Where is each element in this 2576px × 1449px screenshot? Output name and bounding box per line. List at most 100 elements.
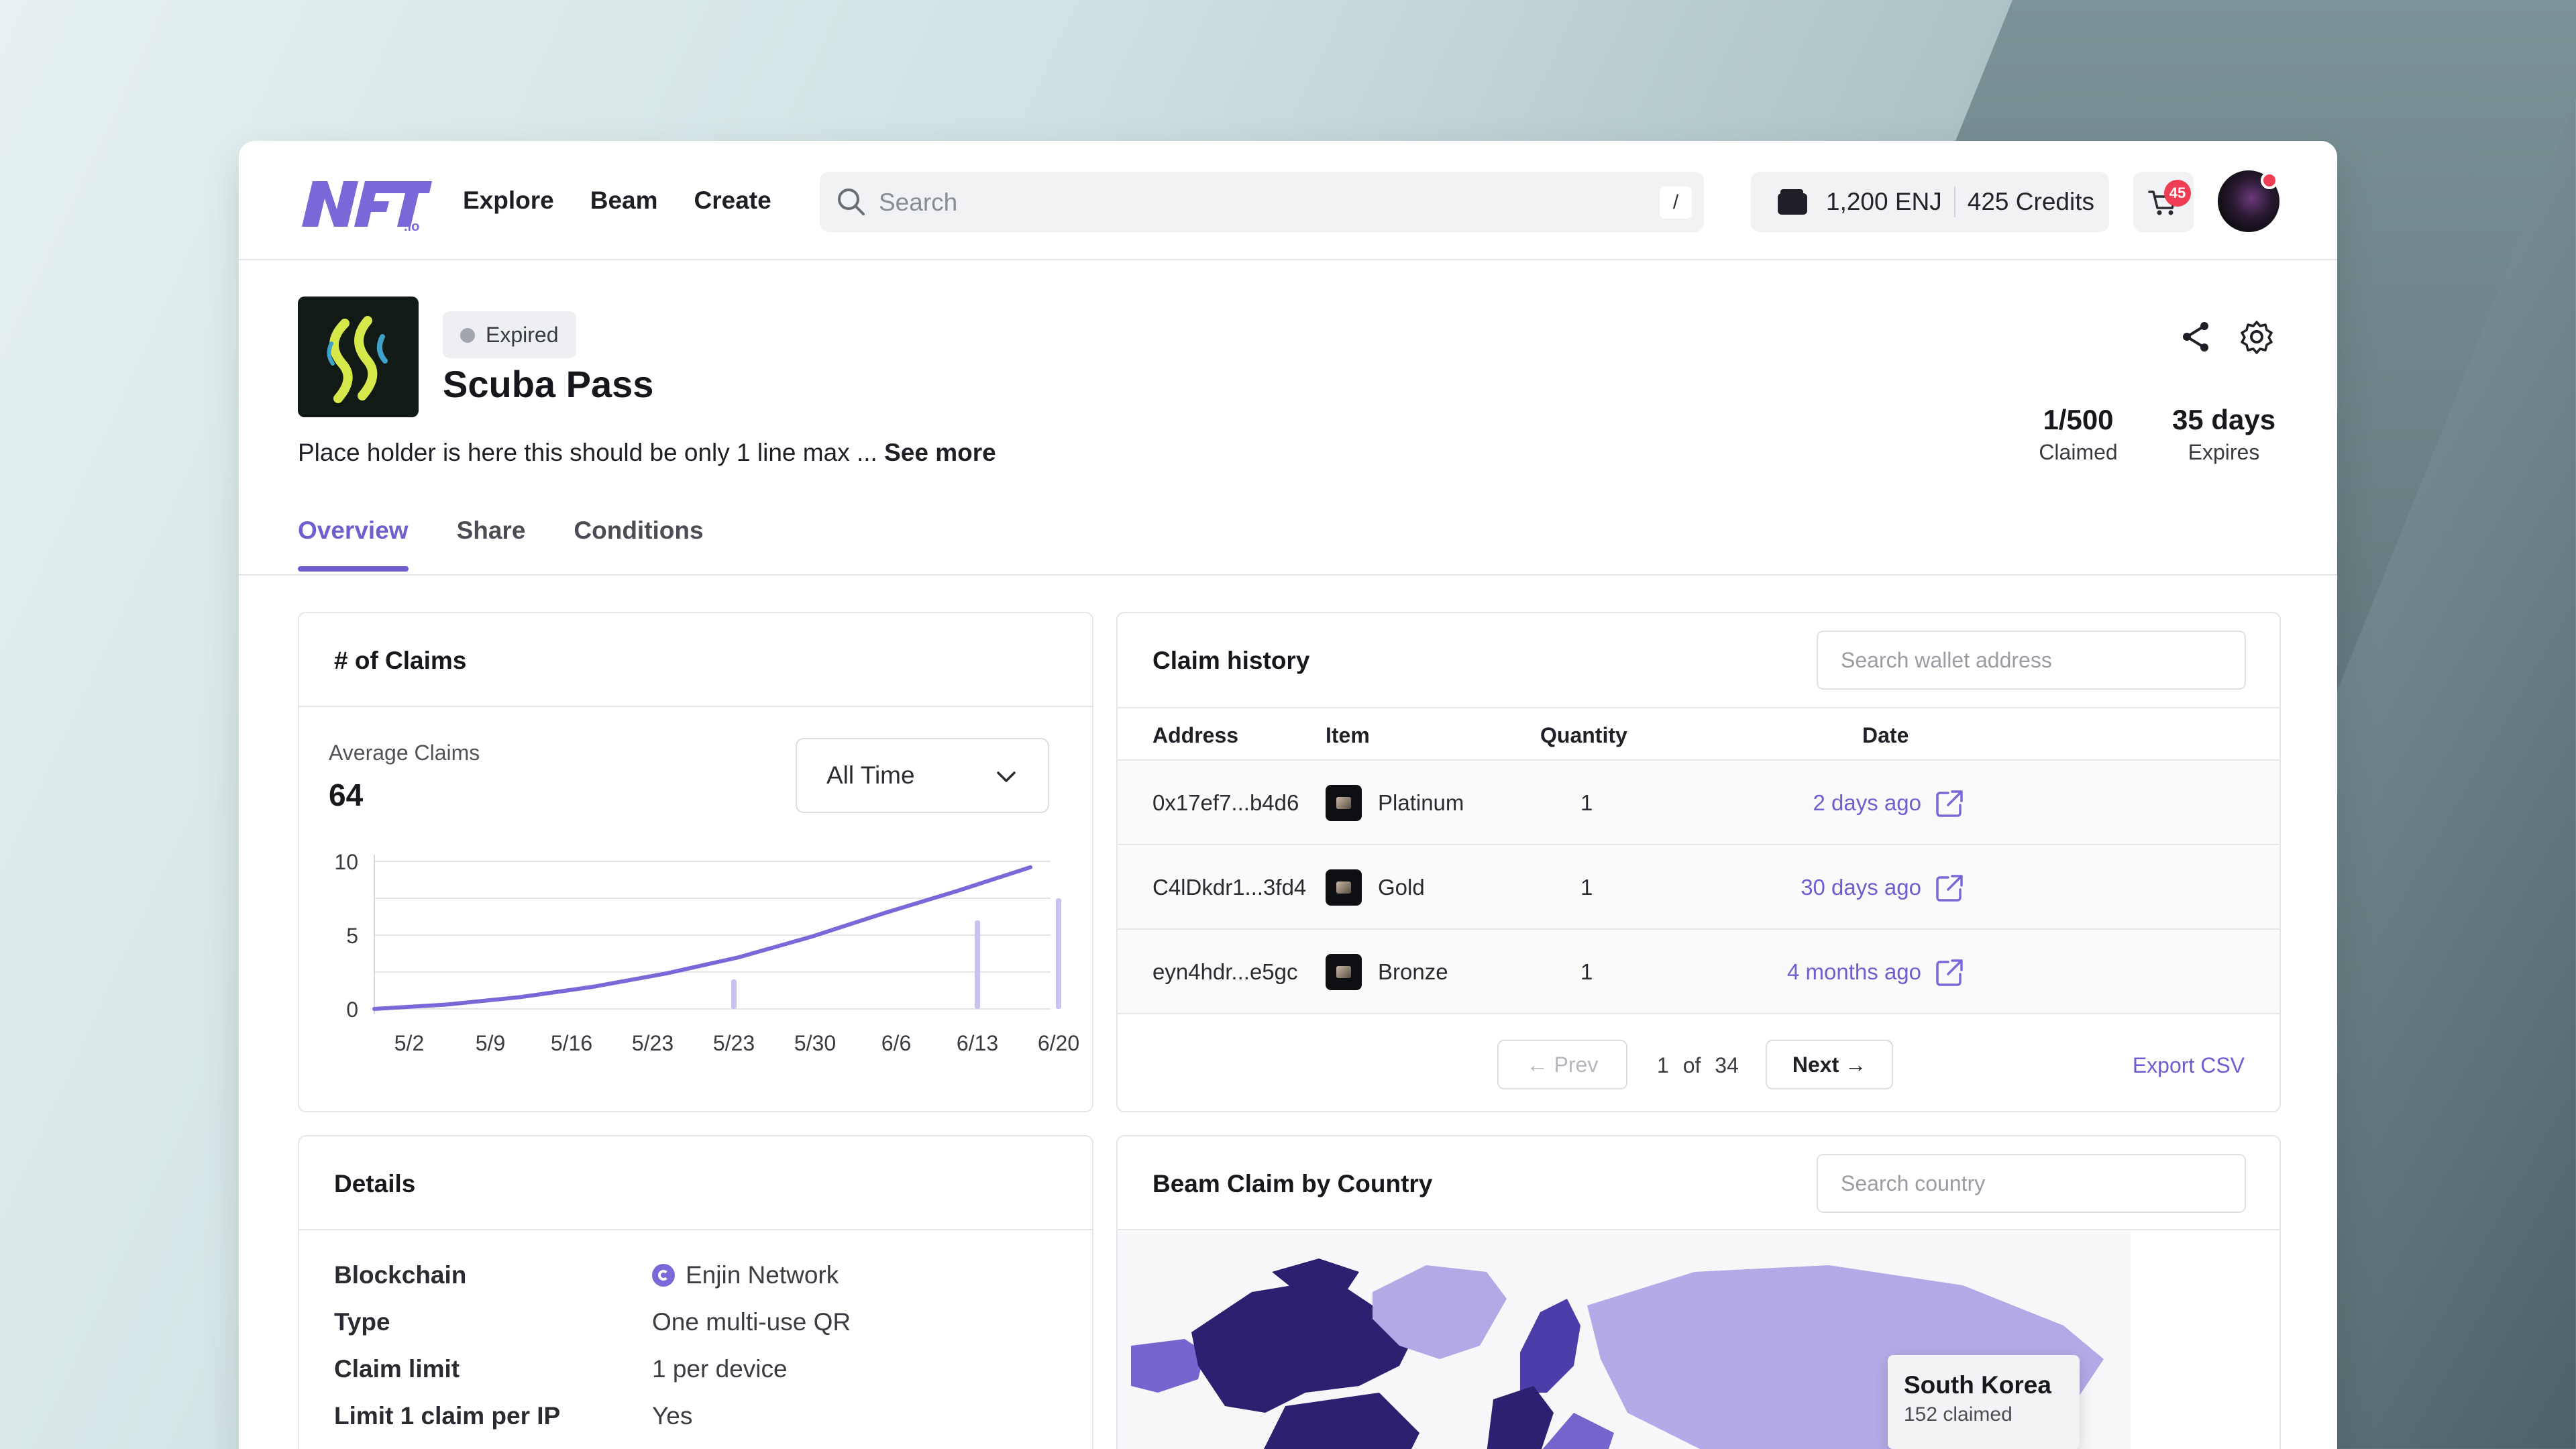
external-link-icon[interactable] bbox=[1933, 957, 1966, 989]
nav-beam[interactable]: Beam bbox=[590, 186, 658, 215]
share-icon[interactable] bbox=[2179, 319, 2214, 354]
expires-value: 35 days bbox=[2171, 404, 2276, 435]
wallet-search-input[interactable] bbox=[1841, 633, 2216, 688]
row-date-link[interactable]: 30 days ago bbox=[1801, 875, 1921, 900]
claims-series-line bbox=[372, 865, 1032, 1011]
app-window: .io Explore Beam Create / 1,200 ENJ 425 … bbox=[239, 141, 2337, 1449]
x-tick-label: 5/23 bbox=[713, 1031, 755, 1055]
time-range-value: All Time bbox=[826, 761, 915, 789]
col-date: Date bbox=[1862, 723, 1909, 747]
svg-text:.io: .io bbox=[404, 219, 419, 232]
claimed-stat: 1/500 Claimed bbox=[2031, 404, 2125, 465]
col-item: Item bbox=[1326, 723, 1370, 747]
claim-history-header: Claim history bbox=[1118, 613, 2279, 707]
status-badge: Expired bbox=[443, 311, 576, 358]
pagination: ← Prev 1 of 34 Next → Export CSV bbox=[1118, 1022, 2279, 1110]
wallet-balance[interactable]: 1,200 ENJ 425 Credits bbox=[1751, 172, 2109, 232]
wallet-icon bbox=[1778, 189, 1807, 215]
search-shortcut-key: / bbox=[1660, 186, 1692, 219]
claims-line-chart: 0 5 10 5/2 5/9 5/16 5/23 5/23 5/30 6/6 6/13 6/20 bbox=[334, 850, 1079, 1055]
tab-overview[interactable]: Overview bbox=[298, 517, 409, 572]
page-info: 1 of 34 bbox=[1657, 1053, 1739, 1077]
nav-create[interactable]: Create bbox=[694, 186, 771, 215]
row-item: Bronze bbox=[1326, 954, 1448, 990]
spike-bar bbox=[975, 920, 980, 1009]
table-row: C4lDkdr1...3fd4 Gold 1 30 days ago bbox=[1118, 847, 2279, 930]
detail-value-text: Enjin Network bbox=[686, 1261, 839, 1289]
cart-button[interactable]: 45 bbox=[2133, 172, 2194, 232]
claims-card-header: # of Claims bbox=[299, 613, 1092, 707]
row-item-name: Bronze bbox=[1378, 959, 1448, 984]
claim-history-title: Claim history bbox=[1152, 647, 1310, 674]
row-address: eyn4hdr...e5gc bbox=[1152, 959, 1298, 984]
tab-conditions[interactable]: Conditions bbox=[574, 517, 703, 545]
detail-key: Limit 1 claim per IP bbox=[334, 1402, 561, 1430]
claim-history-card: Claim history Address Item Quantity Date… bbox=[1116, 612, 2281, 1112]
row-address: 0x17ef7...b4d6 bbox=[1152, 790, 1299, 815]
country-card-header: Beam Claim by Country bbox=[1118, 1136, 2279, 1230]
item-thumbnail bbox=[1326, 869, 1362, 906]
external-link-icon[interactable] bbox=[1933, 872, 1966, 904]
global-search: / bbox=[820, 172, 1704, 232]
claimed-value: 1/500 bbox=[2043, 404, 2114, 435]
tooltip-country: South Korea bbox=[1904, 1371, 2051, 1399]
claims-card: # of Claims Average Claims 64 All Time 0… bbox=[298, 612, 1093, 1112]
details-card: Details Blockchain Enjin Network Type On… bbox=[298, 1135, 1093, 1449]
x-tick-label: 5/23 bbox=[632, 1031, 674, 1055]
tab-share[interactable]: Share bbox=[457, 517, 526, 545]
beam-thumbnail bbox=[298, 297, 419, 417]
page-title: Scuba Pass bbox=[443, 363, 654, 405]
export-csv-link[interactable]: Export CSV bbox=[2133, 1053, 2245, 1078]
col-quantity: Quantity bbox=[1540, 723, 1627, 747]
item-thumbnail bbox=[1326, 785, 1362, 821]
detail-value: Enjin Network bbox=[652, 1261, 839, 1289]
x-tick-label: 6/20 bbox=[1038, 1031, 1079, 1055]
gear-icon[interactable] bbox=[2239, 319, 2274, 354]
row-item: Platinum bbox=[1326, 785, 1464, 821]
cart-count-badge: 45 bbox=[2164, 180, 2191, 207]
detail-key: Blockchain bbox=[334, 1261, 467, 1289]
col-address: Address bbox=[1152, 723, 1239, 747]
wallet-search-box bbox=[1817, 631, 2246, 690]
external-link-icon[interactable] bbox=[1933, 788, 1966, 820]
country-search-box bbox=[1817, 1154, 2246, 1213]
x-tick-label: 6/13 bbox=[957, 1031, 998, 1055]
row-quantity: 1 bbox=[1580, 959, 1593, 984]
detail-key: Claim limit bbox=[334, 1355, 460, 1383]
table-row: 0x17ef7...b4d6 Platinum 1 2 days ago bbox=[1118, 762, 2279, 845]
prev-page-button[interactable]: ← Prev bbox=[1497, 1040, 1627, 1089]
expires-stat: 35 days Expires bbox=[2167, 404, 2281, 465]
row-item-name: Platinum bbox=[1378, 790, 1464, 815]
row-date-link[interactable]: 2 days ago bbox=[1813, 790, 1921, 816]
average-claims-value: 64 bbox=[329, 777, 364, 812]
table-header: Address Item Quantity Date bbox=[1118, 707, 2279, 761]
country-search-input[interactable] bbox=[1841, 1157, 2216, 1211]
nft-logo[interactable]: .io bbox=[298, 174, 432, 232]
y-tick-label: 5 bbox=[346, 924, 358, 948]
see-more-link[interactable]: See more bbox=[884, 439, 996, 466]
row-item-name: Gold bbox=[1378, 875, 1425, 900]
enj-balance: 1,200 ENJ bbox=[1826, 188, 1942, 215]
beam-description: Place holder is here this should be only… bbox=[298, 439, 996, 467]
details-card-title: Details bbox=[334, 1170, 416, 1197]
credits-balance: 425 Credits bbox=[1967, 188, 2094, 215]
next-page-button[interactable]: Next → bbox=[1766, 1040, 1893, 1089]
time-range-select[interactable]: All Time bbox=[796, 738, 1049, 813]
detail-key: Type bbox=[334, 1308, 390, 1336]
description-text: Place holder is here this should be only… bbox=[298, 439, 877, 466]
main-nav: Explore Beam Create bbox=[463, 186, 771, 215]
row-date-link[interactable]: 4 months ago bbox=[1787, 959, 1921, 985]
search-input[interactable] bbox=[879, 184, 1617, 221]
x-tick-label: 5/9 bbox=[476, 1031, 505, 1055]
detail-value: 1 per device bbox=[652, 1355, 788, 1383]
tab-bar: Overview Share Conditions bbox=[298, 517, 704, 572]
x-tick-label: 5/16 bbox=[551, 1031, 592, 1055]
x-tick-label: 5/2 bbox=[394, 1031, 424, 1055]
country-card-title: Beam Claim by Country bbox=[1152, 1170, 1433, 1197]
y-tick-label: 0 bbox=[346, 998, 358, 1022]
notification-dot bbox=[2261, 172, 2278, 189]
top-bar: .io Explore Beam Create / 1,200 ENJ 425 … bbox=[239, 141, 2337, 260]
nav-explore[interactable]: Explore bbox=[463, 186, 554, 215]
row-address: C4lDkdr1...3fd4 bbox=[1152, 875, 1307, 900]
user-avatar[interactable] bbox=[2218, 170, 2279, 232]
